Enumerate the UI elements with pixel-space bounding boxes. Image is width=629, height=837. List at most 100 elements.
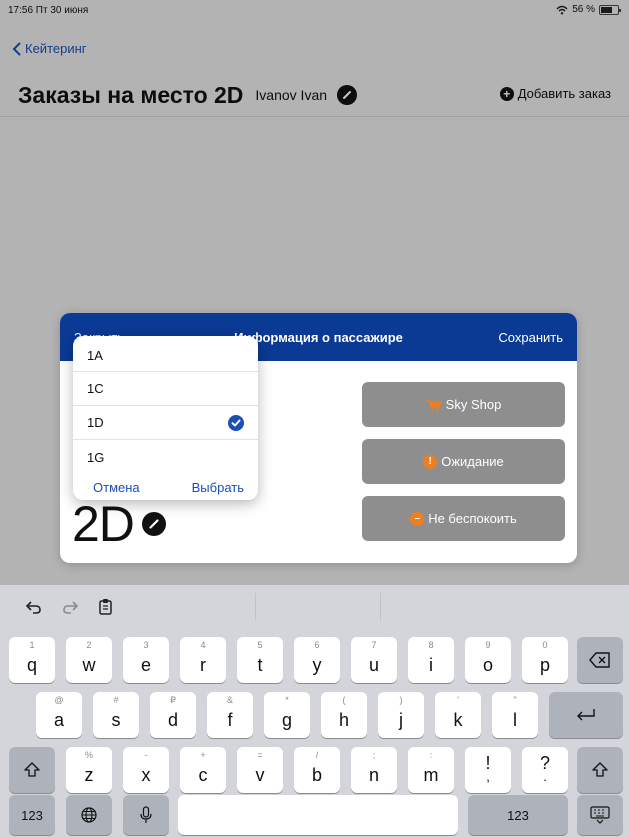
key[interactable]: 6y [294,637,340,683]
key[interactable]: % z [66,747,112,793]
picker-option-label: 1G [87,449,105,465]
key-label: k [453,709,463,730]
key-label: n [368,764,379,785]
key[interactable]: 2w [66,637,112,683]
key-hint: - [144,750,148,760]
key-label: m [423,764,439,785]
key-label: o [482,654,493,675]
key[interactable]: ; n [351,747,397,793]
key-sublabel: . [543,769,547,784]
key-hint: = [257,750,263,760]
key[interactable]: @ a [36,692,82,738]
cart-icon [425,398,442,411]
key[interactable]: " l [492,692,538,738]
key-hint: / [315,750,319,760]
key-hint: ; [372,750,376,760]
key[interactable]: 7u [351,637,397,683]
key[interactable]: -x [123,747,169,793]
return-key[interactable] [549,692,623,738]
key-label: v [255,764,265,785]
do-not-disturb-icon: – [410,511,425,526]
key-hint: % [84,750,93,760]
key-exclamation[interactable]: !, [465,747,511,793]
key-hint: @ [54,695,64,705]
key[interactable]: & f [207,692,253,738]
key-label: e [140,654,151,675]
key-label: h [338,709,349,730]
key-hint: + [200,750,206,760]
key-hint: 2 [86,640,92,650]
key-hint: ( [342,695,346,705]
key[interactable]: 3e [123,637,169,683]
redo-icon[interactable] [60,597,80,617]
key-hint: * [285,695,289,705]
numbers-key-right[interactable]: 123 [468,795,568,835]
keyboard-toolbar [0,585,629,629]
key[interactable]: / b [294,747,340,793]
app-screen: 17:56 Пт 30 июня 56 % Кейтеринг Заказы н… [0,0,629,837]
key-label: p [539,654,550,675]
key[interactable]: + c [180,747,226,793]
key-label: b [311,764,322,785]
key[interactable]: (h [321,692,367,738]
key[interactable]: :m [408,747,454,793]
key-hint: 3 [143,640,149,650]
key[interactable]: 0p [522,637,568,683]
globe-icon [81,807,97,823]
key-label: w [82,654,96,675]
backspace-key[interactable] [577,637,623,683]
key-sublabel: , [486,769,490,784]
key-hint: 0 [542,640,548,650]
pencil-icon [149,519,159,529]
key[interactable]: ) j [378,692,424,738]
picker-option[interactable]: 1A [73,336,258,372]
picker-option[interactable]: 1C [73,372,258,406]
key-label: j [399,709,403,730]
keyboard-hide-icon [590,806,610,824]
key-hint: 5 [257,640,263,650]
save-button[interactable]: Сохранить [498,330,563,345]
key-question[interactable]: ?. [522,747,568,793]
globe-key[interactable] [66,795,112,835]
key-label: ! [485,753,491,773]
paste-icon[interactable] [96,597,116,617]
key-hint: ' [457,695,459,705]
key[interactable]: # s [93,692,139,738]
picker-select-button[interactable]: Выбрать [192,480,244,495]
edit-seat-button[interactable] [141,512,166,536]
key[interactable]: * g [264,692,310,738]
numbers-key-left[interactable]: 123 [9,795,55,835]
picker-option[interactable]: 1G [73,440,258,474]
key-label: 123 [21,807,43,823]
key-label: r [200,654,206,675]
undo-icon[interactable] [24,597,44,617]
key[interactable]: 4r [180,637,226,683]
sky-shop-button[interactable]: Sky Shop [362,382,565,427]
shift-key-right[interactable] [577,747,623,793]
key-label: z [84,764,94,785]
dictation-key[interactable] [123,795,169,835]
toolbar-divider [255,593,256,621]
key-hint: ) [399,695,403,705]
key[interactable]: = v [237,747,283,793]
key-label: d [167,709,178,730]
waiting-label: Ожидание [441,454,504,469]
key-hint: 8 [428,640,434,650]
waiting-button[interactable]: ! Ожидание [362,439,565,484]
picker-option-selected[interactable]: 1D [73,406,258,440]
shift-key-left[interactable] [9,747,55,793]
toolbar-divider [380,593,381,621]
key[interactable]: 5t [237,637,283,683]
key[interactable]: 9o [465,637,511,683]
picker-cancel-button[interactable]: Отмена [93,480,140,495]
microphone-icon [140,806,152,823]
key[interactable]: ' k [435,692,481,738]
key[interactable]: 8i [408,637,454,683]
seat-display: 2D [72,495,166,553]
space-key[interactable] [178,795,458,835]
hide-keyboard-key[interactable] [577,795,623,835]
key[interactable]: 1q [9,637,55,683]
do-not-disturb-label: Не беспокоить [428,511,517,526]
do-not-disturb-button[interactable]: – Не беспокоить [362,496,565,541]
key[interactable]: ₽ d [150,692,196,738]
